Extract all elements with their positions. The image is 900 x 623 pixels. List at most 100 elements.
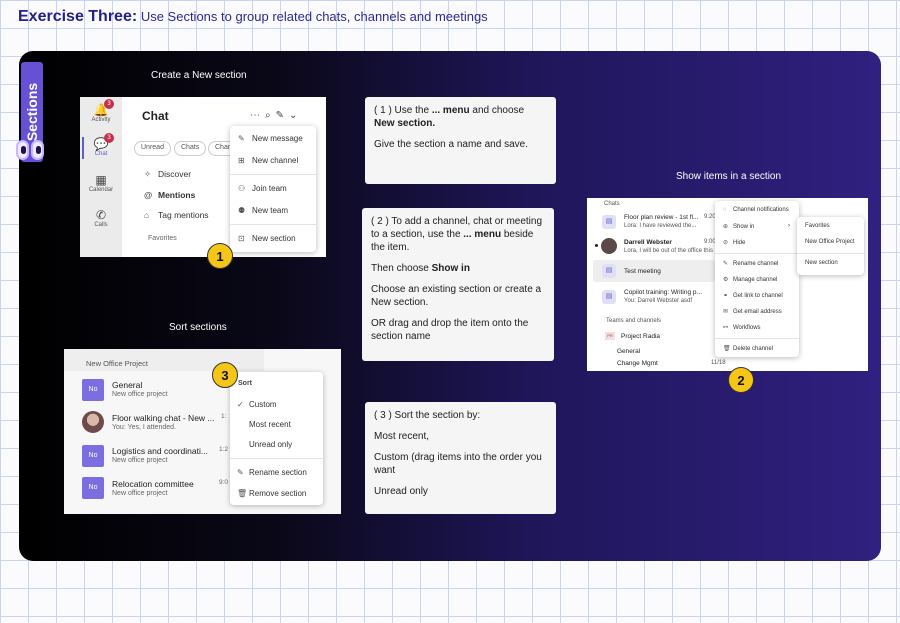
menu-rename-section[interactable]: ✎ Rename section bbox=[237, 468, 307, 477]
join-team-icon: ⚇ bbox=[238, 184, 246, 193]
menu-delete-channel[interactable]: 🗑 Delete channel bbox=[723, 345, 773, 352]
nav-mentions-label: Mentions bbox=[158, 190, 196, 200]
gear-icon: ⚙ bbox=[723, 277, 729, 283]
section-item-time: 9:0 bbox=[219, 479, 229, 486]
step-badge-3: 3 bbox=[212, 362, 238, 388]
menu-manage-channel[interactable]: ⚙ Manage channel bbox=[723, 276, 777, 283]
instruction-step-3: ( 3 ) Sort the section by: Most recent, … bbox=[365, 402, 556, 514]
meeting-icon: ▤ bbox=[602, 215, 616, 229]
sort-option-most-recent[interactable]: Most recent bbox=[249, 420, 291, 429]
check-icon: ✓ bbox=[237, 400, 244, 409]
menu-get-link[interactable]: ⚭ Get link to channel bbox=[723, 292, 783, 299]
menu-rename-channel[interactable]: ✎ Rename channel bbox=[723, 260, 778, 267]
team-name[interactable]: Project Radia bbox=[621, 333, 660, 340]
team-avatar: PR bbox=[605, 332, 615, 340]
new-item-menu: ✎ New message ⊞ New channel ⚇ Join team ⚉ Ne… bbox=[230, 126, 316, 252]
rail-activity[interactable]: 🔔 3 Activity bbox=[80, 99, 122, 123]
menu-divider bbox=[230, 174, 316, 175]
menu-remove-section-label: Remove section bbox=[249, 489, 307, 498]
sort-option-custom[interactable]: ✓ Custom bbox=[237, 400, 277, 409]
chat-item-title[interactable]: Copilot training: Writing p... bbox=[624, 289, 702, 296]
eyes-icon bbox=[15, 140, 45, 162]
menu-show-in[interactable]: ⊕ Show in bbox=[723, 223, 754, 230]
menu-hide[interactable]: ⊘ Hide bbox=[723, 239, 745, 246]
chat-item-preview: Lora, I will be out of the office this a… bbox=[624, 248, 725, 254]
step-badge-1: 1 bbox=[207, 243, 233, 269]
chat-item-title[interactable]: Floor plan review - 1st fl... bbox=[624, 214, 698, 221]
section-item-title[interactable]: Relocation committee bbox=[112, 479, 194, 489]
menu-get-email[interactable]: ✉ Get email address bbox=[723, 308, 782, 315]
menu-channel-notifications[interactable]: ◌ Channel notifications bbox=[723, 207, 789, 213]
menu-delete-channel-label: Delete channel bbox=[733, 346, 774, 352]
activity-badge: 3 bbox=[104, 99, 114, 109]
section-item-title[interactable]: Logistics and coordinati... bbox=[112, 446, 208, 456]
section-item-title[interactable]: Floor walking chat - New ... bbox=[112, 413, 215, 423]
new-channel-icon: ⊞ bbox=[238, 156, 245, 165]
filter-unread[interactable]: Unread bbox=[134, 141, 171, 156]
chat-item-time: 9:00 bbox=[704, 239, 716, 245]
menu-new-channel[interactable]: ⊞ New channel bbox=[238, 156, 298, 165]
menu-new-section[interactable]: ⊡ New section bbox=[238, 234, 296, 243]
sort-menu-header: Sort bbox=[238, 380, 252, 387]
nav-mentions[interactable]: @ Mentions bbox=[144, 190, 195, 200]
caption-show-items: Show items in a section bbox=[676, 171, 782, 182]
submenu-new-section[interactable]: New section bbox=[805, 260, 838, 266]
menu-rename-section-label: Rename section bbox=[249, 468, 307, 477]
nav-discover[interactable]: ✧ Discover bbox=[144, 169, 191, 180]
rail-calls[interactable]: ✆ Calls bbox=[80, 208, 122, 228]
nav-discover-label: Discover bbox=[158, 169, 192, 179]
chevron-down-icon[interactable]: ⌄ bbox=[289, 110, 302, 121]
instruction-step-2: ( 2 ) To add a channel, chat or meeting … bbox=[362, 208, 554, 361]
app-rail: 🔔 3 Activity 💬 3 Chat ▦ Calendar ✆ Calls bbox=[80, 97, 122, 257]
menu-new-team-label: New team bbox=[252, 206, 289, 215]
meeting-icon: ▤ bbox=[602, 290, 616, 304]
channel-item[interactable]: Change Mgmt bbox=[617, 360, 658, 367]
menu-get-email-label: Get email address bbox=[733, 309, 782, 315]
sections-tab-label: Sections bbox=[24, 82, 40, 142]
menu-new-channel-label: New channel bbox=[252, 156, 299, 165]
nav-tag-mentions[interactable]: ⌂ Tag mentions bbox=[144, 210, 209, 220]
chat-item-preview: Lora: I have reviewed the... bbox=[624, 223, 697, 229]
favorites-label: Favorites bbox=[148, 235, 177, 242]
chat-item-title[interactable]: Darrell Webster bbox=[624, 239, 672, 246]
rail-chat[interactable]: 💬 3 Chat bbox=[80, 133, 122, 157]
sort-option-unread-only[interactable]: Unread only bbox=[249, 440, 292, 449]
menu-new-message[interactable]: ✎ New message bbox=[238, 134, 303, 143]
exercise-title: Use Sections to group related chats, cha… bbox=[140, 9, 488, 24]
menu-join-team-label: Join team bbox=[252, 184, 287, 193]
step-badge-2: 2 bbox=[728, 367, 754, 393]
sort-sections-screenshot: New Office Project No General New office… bbox=[64, 349, 341, 514]
rail-chat-label: Chat bbox=[94, 151, 108, 157]
menu-new-team[interactable]: ⚉ New team bbox=[238, 206, 288, 215]
step2-text-2a: Then choose bbox=[371, 263, 432, 274]
rail-active-indicator bbox=[82, 137, 84, 159]
rail-calls-label: Calls bbox=[94, 222, 108, 228]
step1-text-d: New section. bbox=[374, 118, 436, 129]
rail-calendar[interactable]: ▦ Calendar bbox=[80, 173, 122, 193]
menu-workflows[interactable]: ⚯ Workflows bbox=[723, 324, 761, 331]
compose-icon[interactable]: ✎ bbox=[276, 110, 289, 121]
more-options-icon[interactable]: ⋯ bbox=[250, 110, 265, 121]
step1-text-b: ... menu bbox=[431, 105, 470, 116]
channel-time: 11/18 bbox=[711, 360, 726, 366]
pencil-icon: ✎ bbox=[723, 261, 729, 267]
search-icon[interactable]: ⌕ bbox=[265, 110, 276, 121]
section-item-sub: New office project bbox=[112, 457, 168, 464]
submenu-favorites[interactable]: Favorites bbox=[805, 223, 830, 229]
chat-toolbar: ⋯⌕✎⌄ bbox=[250, 110, 302, 121]
step1-text-a: ( 1 ) Use the bbox=[374, 105, 432, 116]
chat-item-title[interactable]: Test meeting bbox=[624, 268, 661, 275]
sort-option-custom-label: Custom bbox=[249, 400, 277, 409]
section-item-title[interactable]: General bbox=[112, 380, 142, 390]
new-section-icon: ⊡ bbox=[238, 234, 245, 243]
step1-text-2: Give the section a name and save. bbox=[374, 139, 528, 150]
chat-icon: 💬 3 bbox=[93, 133, 114, 151]
filter-chats[interactable]: Chats bbox=[174, 141, 207, 156]
menu-remove-section[interactable]: 🗑 Remove section bbox=[237, 489, 306, 498]
menu-join-team[interactable]: ⚇ Join team bbox=[238, 184, 287, 193]
channel-item[interactable]: General bbox=[617, 348, 640, 355]
submenu-new-office-project[interactable]: New Office Project bbox=[805, 239, 855, 245]
tag-icon: ⌂ bbox=[144, 210, 150, 220]
rail-activity-label: Activity bbox=[91, 117, 111, 123]
section-name[interactable]: New Office Project bbox=[86, 359, 148, 368]
